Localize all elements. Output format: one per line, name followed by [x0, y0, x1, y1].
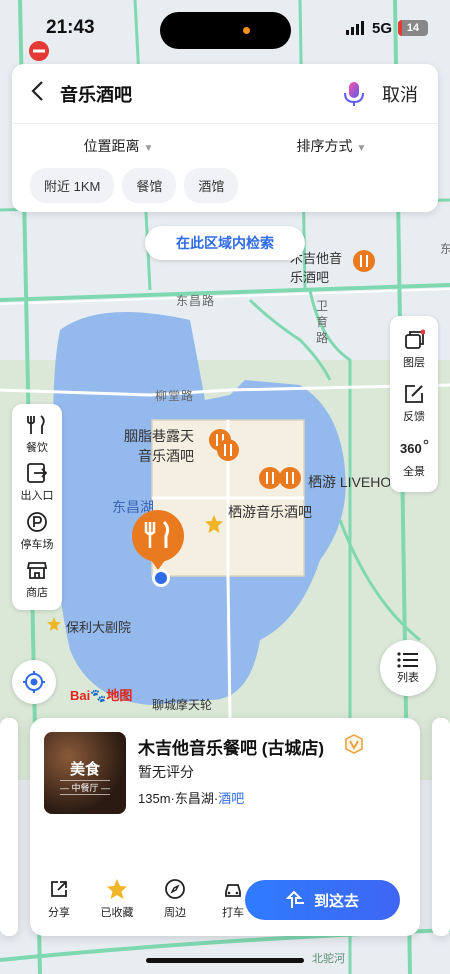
favorite-button[interactable]: 已收藏 [98, 878, 136, 920]
cancel-button[interactable]: 取消 [382, 81, 418, 107]
chip-nearby[interactable]: 附近 1KM [30, 168, 115, 203]
poi-thumbnail[interactable]: 美食 — 中餐厅 — [44, 732, 126, 814]
poi-detail-card[interactable]: 美食 — 中餐厅 — 木吉他音乐餐吧 (古城店) 暂无评分 135m·东昌湖·酒… [30, 718, 420, 936]
search-panel: 音乐酒吧 取消 位置距离 ▼ 排序方式 ▼ 附近 1KM 餐馆 酒馆 [12, 64, 438, 212]
fork-knife-icon [27, 415, 45, 434]
layers-icon [405, 329, 425, 349]
locate-me-button[interactable] [12, 660, 56, 704]
star-filled-icon [107, 879, 127, 899]
poi-label-rouge[interactable]: 胭脂巷露天 音乐酒吧 [124, 426, 194, 466]
panorama-360-icon: 360 [400, 439, 429, 456]
tool-shops[interactable]: 商店 [26, 559, 48, 600]
status-time: 21:43 [46, 17, 95, 38]
svg-text:360: 360 [400, 441, 422, 456]
network-label: 5G [371, 19, 392, 37]
baidu-map-logo: Bai🐾地图 [70, 688, 133, 703]
right-toolbar: 图层 反馈 360 全景 [390, 316, 438, 492]
compass-icon [165, 879, 185, 899]
card-actions: 分享 已收藏 周边 打车 [40, 878, 252, 920]
road-label-weiyu: 卫育路 [316, 299, 330, 345]
tool-layers[interactable]: 图层 [403, 329, 425, 370]
edit-icon [405, 385, 423, 404]
chip-restaurant[interactable]: 餐馆 [122, 168, 177, 203]
chip-tavern[interactable]: 酒馆 [184, 168, 239, 203]
home-indicator[interactable] [146, 958, 304, 963]
poi-meta: 135m·东昌湖·酒吧 [138, 791, 245, 806]
road-label-liutang: 柳堂路 [155, 389, 195, 403]
next-card-edge[interactable] [432, 718, 450, 936]
poi-rating: 暂无评分 [138, 764, 194, 780]
tool-exits[interactable]: 出入口 [21, 462, 54, 503]
road-label-dongchang: 东昌路 [176, 294, 216, 308]
poi-name[interactable]: 木吉他音乐餐吧 (古城店) [138, 734, 324, 759]
poi-pin-icon[interactable] [278, 466, 302, 492]
ferris-label[interactable]: 聊城摩天轮 [152, 696, 212, 713]
poi-label-qiyou[interactable]: 栖游音乐酒吧 [228, 502, 312, 522]
prev-card-edge[interactable] [0, 718, 18, 936]
search-this-area-button[interactable]: 在此区域内检索 [145, 226, 305, 260]
my-location-dot-icon [152, 569, 170, 587]
tool-dining[interactable]: 餐饮 [26, 414, 48, 455]
theatre-star-icon [47, 617, 61, 631]
battery-icon: 14 [398, 20, 428, 36]
signal-icon [345, 21, 364, 35]
tool-parking[interactable]: 停车场 [21, 511, 54, 552]
list-view-button[interactable]: 列表 [380, 640, 436, 696]
shop-icon [26, 562, 48, 580]
caret-down-icon: ▼ [143, 143, 154, 154]
favorite-star-icon[interactable] [204, 514, 224, 534]
verified-badge-icon [345, 734, 363, 754]
locate-icon [23, 671, 45, 693]
poi-pin-icon[interactable] [352, 249, 376, 275]
status-right: 5G 14 [345, 19, 428, 37]
exit-icon [27, 463, 48, 484]
left-toolbar: 餐饮 出入口 停车场 商店 [12, 404, 62, 610]
filter-chips: 附近 1KM 餐馆 酒馆 [12, 156, 438, 203]
share-icon [51, 881, 67, 897]
parking-icon [27, 511, 47, 532]
poi-label-qiyou-live[interactable]: 栖游 LIVEHO [308, 472, 391, 492]
microphone-icon[interactable] [340, 80, 368, 108]
road-label-east: 东 [440, 242, 450, 256]
poi-pin-icon[interactable] [216, 438, 240, 464]
status-bar: 21:43 5G 14 [0, 0, 450, 56]
caret-down-icon: ▼ [356, 143, 367, 154]
go-here-button[interactable]: 到这去 [245, 880, 400, 920]
car-icon [225, 884, 241, 897]
tool-panorama[interactable]: 360 全景 [399, 438, 429, 479]
navigate-arrow-icon [285, 890, 304, 908]
share-button[interactable]: 分享 [40, 878, 78, 920]
nearby-button[interactable]: 周边 [156, 878, 194, 920]
back-button[interactable] [30, 78, 60, 109]
sort-filter[interactable]: 排序方式 ▼ [297, 136, 367, 156]
search-query[interactable]: 音乐酒吧 [60, 81, 340, 107]
chevron-left-icon [31, 81, 43, 101]
distance-filter[interactable]: 位置距离 ▼ [84, 136, 154, 156]
theatre-label[interactable]: 保利大剧院 [66, 617, 131, 636]
list-icon [397, 652, 418, 668]
road-label-bottom: 北驼河 [312, 953, 345, 965]
tool-feedback[interactable]: 反馈 [403, 383, 425, 424]
